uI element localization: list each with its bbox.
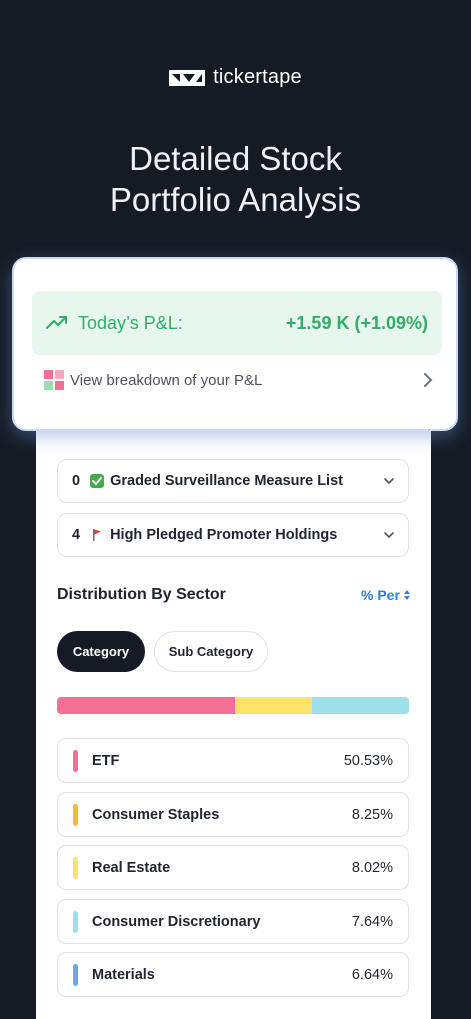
sector-percent: 8.25% <box>351 806 393 823</box>
brand-name: tickertape <box>213 66 302 88</box>
sector-row-consumer-staples[interactable]: Consumer Staples 8.25% <box>57 792 409 837</box>
sector-distribution-bar <box>57 697 409 714</box>
sector-name: Consumer Discretionary <box>92 913 261 930</box>
distribution-bar-segment <box>234 697 312 714</box>
sector-name: Materials <box>92 966 155 983</box>
alert-count: 4 <box>72 527 81 543</box>
distribution-bar-segment <box>311 697 409 714</box>
page-title: Detailed Stock Portfolio Analysis <box>0 138 471 220</box>
breakdown-grid-icon <box>44 370 64 390</box>
high-pledged-promoter-dropdown[interactable]: 4 High Pledged Promoter Holdings <box>57 513 409 557</box>
alert-label: Graded Surveillance Measure List <box>110 473 343 489</box>
graded-surveillance-dropdown[interactable]: 0 Graded Surveillance Measure List <box>57 459 409 503</box>
tab-category[interactable]: Category <box>57 631 145 672</box>
sector-percent: 50.53% <box>343 752 393 769</box>
sector-row-real-estate[interactable]: Real Estate 8.02% <box>57 845 409 890</box>
pnl-value: +1.59 K (+1.09%) <box>285 312 428 333</box>
pnl-label: Today’s P&L: <box>78 312 183 333</box>
sector-row-consumer-discretionary[interactable]: Consumer Discretionary 7.64% <box>57 899 409 944</box>
view-pnl-breakdown-link[interactable]: View breakdown of your P&L <box>44 367 434 393</box>
alert-label: High Pledged Promoter Holdings <box>110 527 338 543</box>
red-flag-icon <box>93 529 102 541</box>
page-title-line-2: Portfolio Analysis <box>109 181 362 218</box>
sort-arrows-icon <box>403 590 410 600</box>
tickertape-logo-icon <box>169 69 206 86</box>
sector-name: Real Estate <box>92 859 171 876</box>
sector-name: Consumer Staples <box>92 806 220 823</box>
chevron-right-icon <box>424 373 433 387</box>
percent-toggle[interactable]: % Per <box>361 587 411 603</box>
chevron-down-icon <box>384 478 394 485</box>
sector-percent: 6.64% <box>351 966 393 983</box>
sector-color-marker <box>73 910 78 933</box>
sector-name: ETF <box>92 752 120 769</box>
sector-percent: 7.64% <box>351 913 393 930</box>
breakdown-label: View breakdown of your P&L <box>70 371 263 389</box>
sector-color-marker <box>73 963 78 986</box>
check-mark-icon <box>90 474 105 488</box>
todays-pnl-row: Today’s P&L: +1.59 K (+1.09%) <box>32 291 442 355</box>
sector-percent: 8.02% <box>351 859 393 876</box>
pnl-card: Today’s P&L: +1.59 K (+1.09%) View break… <box>12 257 458 431</box>
tab-sub-category[interactable]: Sub Category <box>154 631 268 672</box>
trending-up-icon <box>46 316 67 329</box>
sector-row-etf[interactable]: ETF 50.53% <box>57 738 409 783</box>
sector-row-materials[interactable]: Materials 6.64% <box>57 952 409 997</box>
distribution-title: Distribution By Sector <box>57 586 226 603</box>
alert-count: 0 <box>72 473 81 489</box>
brand-logo: tickertape <box>0 66 471 89</box>
distribution-bar-segment <box>57 697 235 714</box>
percent-toggle-label: % Per <box>361 587 400 603</box>
page-title-line-1: Detailed Stock <box>129 140 342 177</box>
sector-color-marker <box>73 803 78 826</box>
sector-color-marker <box>73 856 78 879</box>
chevron-down-icon <box>384 532 394 539</box>
sector-color-marker <box>73 749 78 772</box>
